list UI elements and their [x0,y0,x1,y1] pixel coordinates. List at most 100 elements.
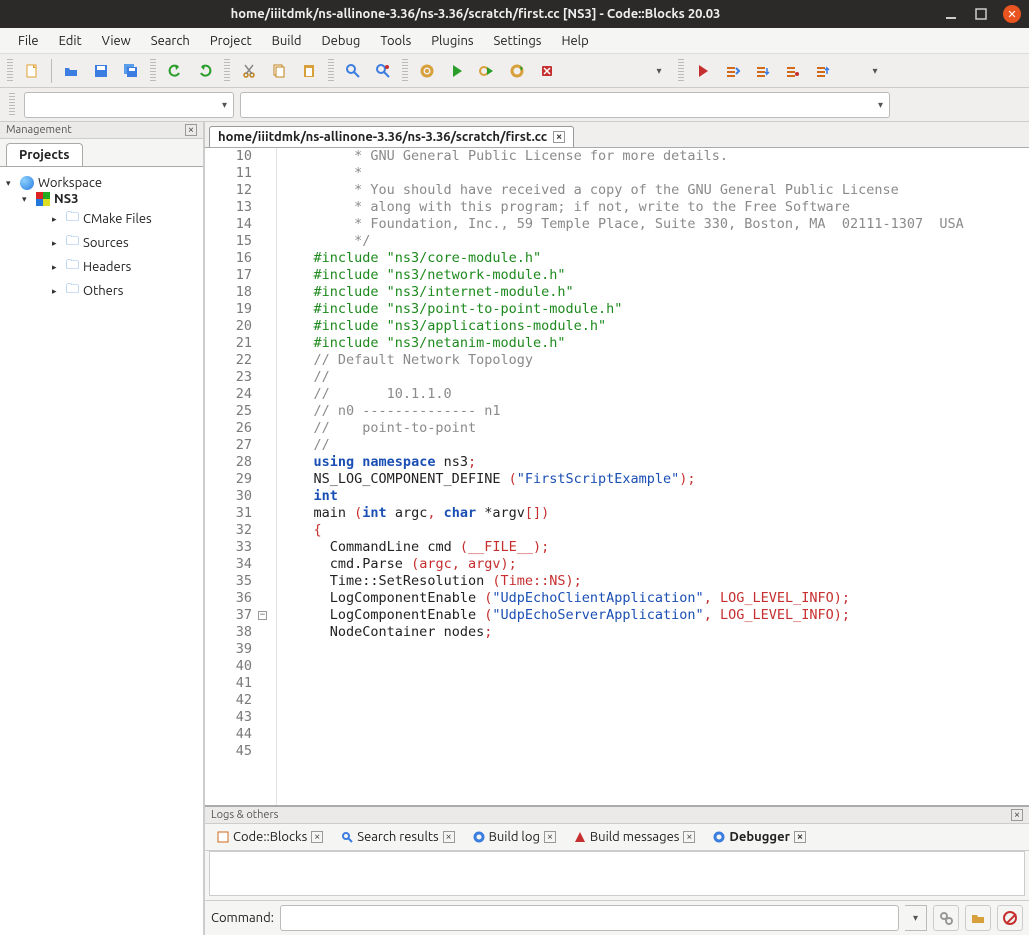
tree-workspace[interactable]: ▾ Workspace [4,175,199,191]
folder-label: Headers [83,260,131,274]
log-tab-code-blocks[interactable]: Code::Blocks × [211,828,329,846]
maximize-button[interactable] [973,6,989,22]
tab-label: Build messages [590,830,679,844]
toolbar-grip[interactable] [678,59,684,83]
menu-project[interactable]: Project [200,30,262,52]
menu-file[interactable]: File [8,30,49,52]
tab-close-icon[interactable]: × [443,831,455,843]
caret-down-icon: ▾ [6,178,16,189]
log-tab-build-log[interactable]: Build log × [467,828,562,846]
minimize-button[interactable] [943,6,959,22]
tab-close-icon[interactable]: × [553,131,565,143]
menu-tools[interactable]: Tools [370,30,421,52]
debug-start-button[interactable] [689,57,717,85]
replace-button[interactable] [369,57,397,85]
folder-label: CMake Files [83,212,152,226]
code-content[interactable]: * GNU General Public License for more de… [277,148,964,805]
tree-folder[interactable]: ▸🗀Sources [4,231,199,255]
log-tab-search-results[interactable]: Search results × [335,828,460,846]
build-run-button[interactable] [473,57,501,85]
rebuild-button[interactable] [503,57,531,85]
new-file-button[interactable] [18,57,46,85]
open-folder-button[interactable] [965,905,991,931]
debug-settings-button[interactable] [933,905,959,931]
find-button[interactable] [339,57,367,85]
menu-search[interactable]: Search [141,30,200,52]
tree-folder[interactable]: ▸🗀Headers [4,255,199,279]
cut-button[interactable] [235,57,263,85]
debug-dropdown[interactable]: ▾ [861,57,889,85]
editor-tabs: home/iiitdmk/ns-allinone-3.36/ns-3.36/sc… [205,122,1029,148]
workspace-label: Workspace [38,176,102,190]
tab-close-icon[interactable]: × [311,831,323,843]
tab-close-icon[interactable]: × [544,831,556,843]
menu-view[interactable]: View [92,30,141,52]
step-into-button[interactable] [779,57,807,85]
toolbar-grip[interactable] [150,59,156,83]
abort-button[interactable] [533,57,561,85]
panel-close-icon[interactable]: × [1011,809,1023,821]
next-line-button[interactable] [749,57,777,85]
caret-down-icon: ▾ [22,194,32,205]
tree-folder[interactable]: ▸🗀CMake Files [4,207,199,231]
project-icon [36,192,50,206]
scope-selector[interactable]: ▾ [24,92,234,118]
open-button[interactable] [57,57,85,85]
editor-tab[interactable]: home/iiitdmk/ns-allinone-3.36/ns-3.36/sc… [209,126,574,147]
editor-area: home/iiitdmk/ns-allinone-3.36/ns-3.36/sc… [204,122,1029,935]
target-dropdown[interactable]: ▾ [645,57,673,85]
folder-label: Sources [83,236,129,250]
tab-label: Debugger [729,830,790,844]
management-panel: Management × Projects ▾ Workspace ▾ NS3 … [0,122,204,935]
tab-label: Code::Blocks [233,830,307,844]
stop-debugger-button[interactable] [997,905,1023,931]
menu-debug[interactable]: Debug [311,30,370,52]
symbol-selector[interactable]: ▾ [240,92,890,118]
run-button[interactable] [443,57,471,85]
logs-title: Logs & others [211,809,278,821]
menu-build[interactable]: Build [262,30,312,52]
tab-close-icon[interactable]: × [683,831,695,843]
main-toolbar: ▾ ▾ [0,54,1029,88]
redo-button[interactable] [191,57,219,85]
step-out-button[interactable] [809,57,837,85]
save-all-button[interactable] [117,57,145,85]
caret-right-icon: ▸ [52,214,62,225]
close-button[interactable]: ✕ [1003,5,1021,23]
copy-button[interactable] [265,57,293,85]
toolbar-grip[interactable] [328,59,334,83]
logs-panel: Logs & others × Code::Blocks ×Search res… [205,805,1029,935]
fold-toggle-icon[interactable]: − [258,611,267,620]
menu-edit[interactable]: Edit [49,30,92,52]
paste-button[interactable] [295,57,323,85]
window-controls: ✕ [943,5,1021,23]
projects-tab[interactable]: Projects [6,143,83,166]
management-tabs: Projects [0,139,203,167]
build-button[interactable] [413,57,441,85]
save-button[interactable] [87,57,115,85]
tree-folder[interactable]: ▸🗀Others [4,279,199,303]
logs-body[interactable] [209,851,1025,896]
caret-right-icon: ▸ [52,262,62,273]
command-row: Command: ▾ [205,900,1029,935]
log-tab-debugger[interactable]: Debugger × [707,828,812,846]
toolbar-grip[interactable] [7,59,13,83]
panel-close-icon[interactable]: × [185,124,197,136]
tab-icon [473,831,485,843]
toolbar-grip[interactable] [224,59,230,83]
code-editor[interactable]: 1011121314151617181920212223242526272829… [205,148,1029,805]
command-input[interactable] [280,905,899,931]
tab-close-icon[interactable]: × [794,831,806,843]
folder-icon: 🗀 [66,280,79,302]
run-to-cursor-button[interactable] [719,57,747,85]
undo-button[interactable] [161,57,189,85]
project-tree[interactable]: ▾ Workspace ▾ NS3 ▸🗀CMake Files▸🗀Sources… [0,167,203,935]
toolbar-grip[interactable] [402,59,408,83]
menu-plugins[interactable]: Plugins [421,30,483,52]
command-history-dropdown[interactable]: ▾ [905,905,927,931]
menu-help[interactable]: Help [551,30,598,52]
log-tab-build-messages[interactable]: Build messages × [568,828,701,846]
toolbar-grip[interactable] [9,93,15,117]
tree-project[interactable]: ▾ NS3 [4,191,199,207]
menu-settings[interactable]: Settings [484,30,552,52]
